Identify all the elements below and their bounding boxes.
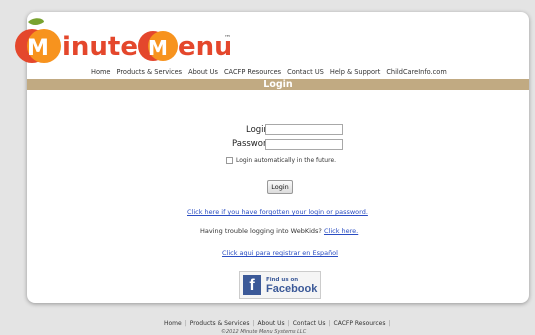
footer-products-services[interactable]: Products & Services <box>190 320 250 327</box>
trouble-text: Having trouble logging into WebKids? <box>200 227 322 235</box>
minute-menu-logo[interactable]: M inute M enu ™ <box>10 14 230 76</box>
footer-separator: | <box>252 320 255 327</box>
login-field[interactable] <box>265 124 343 135</box>
footer-about-us[interactable]: About Us <box>257 320 284 327</box>
svg-text:M: M <box>148 36 168 60</box>
facebook-badge[interactable]: f Find us on Facebook <box>239 271 321 299</box>
copyright: ©2012 Minute Menu Systems LLC <box>221 329 307 335</box>
trouble-row: Having trouble logging into WebKids? Cli… <box>200 227 358 235</box>
footer-separator: | <box>388 320 391 327</box>
page-title-bar: Login <box>27 79 529 90</box>
forgot-password-link[interactable]: Click here if you have forgotten your lo… <box>187 208 368 216</box>
footer-separator: | <box>328 320 331 327</box>
facebook-f-icon: f <box>243 275 261 295</box>
footer-nav: Home | Products & Services | About Us | … <box>164 320 391 327</box>
footer-home[interactable]: Home <box>164 320 182 327</box>
svg-text:™: ™ <box>224 34 230 42</box>
password-field[interactable] <box>265 139 343 150</box>
webkids-help-link[interactable]: Click here. <box>324 227 358 235</box>
footer-separator: | <box>287 320 290 327</box>
svg-text:enu: enu <box>178 32 230 62</box>
page-title: Login <box>263 79 293 90</box>
svg-text:M: M <box>27 36 49 61</box>
remember-checkbox[interactable] <box>226 157 233 164</box>
footer-cacfp-resources[interactable]: CACFP Resources <box>334 320 386 327</box>
svg-text:inute: inute <box>62 32 138 62</box>
remember-row: Login automatically in the future. <box>226 157 336 164</box>
remember-label: Login automatically in the future. <box>236 157 337 164</box>
espanol-register-link[interactable]: Click aqui para registrar en Español <box>222 249 338 257</box>
facebook-brand-text: Facebook <box>266 283 318 295</box>
footer-separator: | <box>184 320 187 327</box>
login-button[interactable]: Login <box>267 180 293 194</box>
minute-menu-logo-icon: M inute M enu ™ <box>15 18 230 63</box>
footer-contact-us[interactable]: Contact Us <box>293 320 326 327</box>
